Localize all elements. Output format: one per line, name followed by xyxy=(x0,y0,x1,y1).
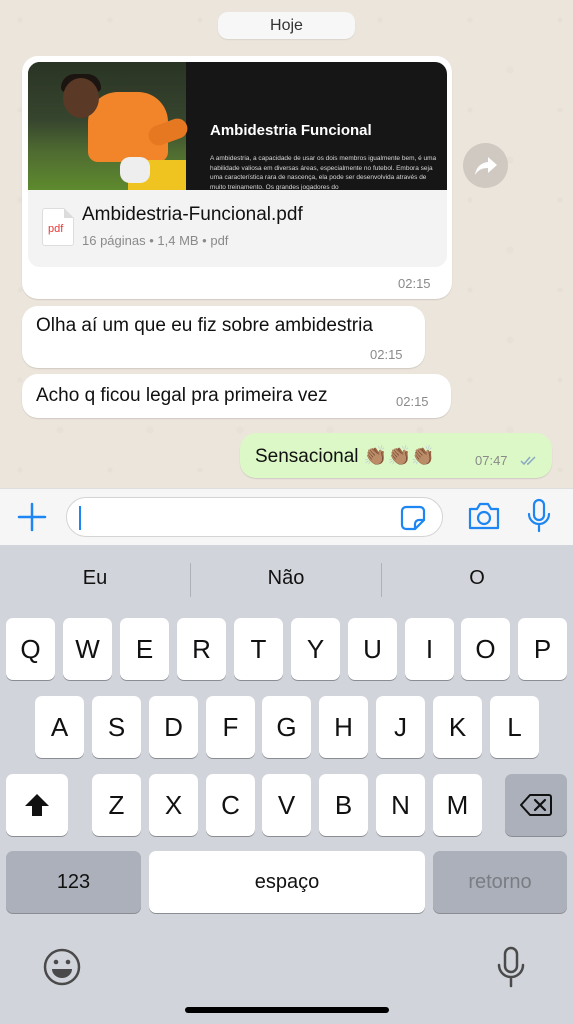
pdf-attachment[interactable]: Ambidestria Funcional A ambidestria, a c… xyxy=(28,62,447,267)
message-bubble[interactable]: Olha aí um que eu fiz sobre ambidestria … xyxy=(22,306,425,368)
key-i[interactable]: I xyxy=(405,618,454,680)
key-b[interactable]: B xyxy=(319,774,368,836)
key-u[interactable]: U xyxy=(348,618,397,680)
pdf-preview-title: Ambidestria Funcional xyxy=(210,122,372,139)
emoji-icon[interactable] xyxy=(42,947,82,987)
suggestion-3[interactable]: O xyxy=(382,567,572,590)
mic-icon[interactable] xyxy=(526,498,552,534)
key-w[interactable]: W xyxy=(63,618,112,680)
pdf-file-icon: pdf xyxy=(42,208,74,246)
key-h[interactable]: H xyxy=(319,696,368,758)
key-m[interactable]: M xyxy=(433,774,482,836)
key-e[interactable]: E xyxy=(120,618,169,680)
message-time: 02:15 xyxy=(370,347,403,362)
key-s[interactable]: S xyxy=(92,696,141,758)
dictation-mic-icon[interactable] xyxy=(496,945,526,989)
key-d[interactable]: D xyxy=(149,696,198,758)
key-n[interactable]: N xyxy=(376,774,425,836)
key-c[interactable]: C xyxy=(206,774,255,836)
key-j[interactable]: J xyxy=(376,696,425,758)
shift-key[interactable] xyxy=(6,774,68,836)
key-l[interactable]: L xyxy=(490,696,539,758)
suggestion-1[interactable]: Eu xyxy=(0,567,190,590)
text-caret xyxy=(79,506,81,530)
key-g[interactable]: G xyxy=(262,696,311,758)
key-x[interactable]: X xyxy=(149,774,198,836)
key-o[interactable]: O xyxy=(461,618,510,680)
key-y[interactable]: Y xyxy=(291,618,340,680)
key-r[interactable]: R xyxy=(177,618,226,680)
return-key[interactable]: retorno xyxy=(433,851,567,913)
goalkeeper-photo xyxy=(28,62,191,190)
pdf-file-meta: 16 páginas • 1,4 MB • pdf xyxy=(82,233,229,248)
keyboard: Eu Não O Q W E R T Y U I O P A S D F G H… xyxy=(0,545,573,1024)
key-q[interactable]: Q xyxy=(6,618,55,680)
message-text: Olha aí um que eu fiz sobre ambidestria xyxy=(36,315,373,336)
message-text: Sensacional 👏🏽👏🏽👏🏽 xyxy=(255,446,435,467)
key-t[interactable]: T xyxy=(234,618,283,680)
document-message[interactable]: Ambidestria Funcional A ambidestria, a c… xyxy=(22,56,452,299)
key-z[interactable]: Z xyxy=(92,774,141,836)
message-input[interactable] xyxy=(66,497,443,537)
message-time: 02:15 xyxy=(396,394,429,409)
key-a[interactable]: A xyxy=(35,696,84,758)
plus-icon[interactable] xyxy=(16,501,48,533)
numbers-key[interactable]: 123 xyxy=(6,851,141,913)
key-f[interactable]: F xyxy=(206,696,255,758)
date-separator: Hoje xyxy=(218,12,355,39)
space-key[interactable]: espaço xyxy=(149,851,425,913)
key-v[interactable]: V xyxy=(262,774,311,836)
pdf-file-name: Ambidestria-Funcional.pdf xyxy=(82,204,303,225)
suggestion-2[interactable]: Não xyxy=(191,567,381,590)
forward-button[interactable] xyxy=(463,143,508,188)
message-bubble[interactable]: Acho q ficou legal pra primeira vez 02:1… xyxy=(22,374,451,418)
sticker-icon[interactable] xyxy=(400,505,426,531)
backspace-icon xyxy=(520,794,552,816)
pdf-icon-label: pdf xyxy=(48,223,64,235)
pdf-preview-body: A ambidestria, a capacidade de usar os d… xyxy=(210,155,437,190)
home-indicator xyxy=(185,1007,389,1013)
pdf-info: pdf Ambidestria-Funcional.pdf 16 páginas… xyxy=(28,190,447,267)
backspace-key[interactable] xyxy=(505,774,567,836)
forward-icon xyxy=(474,156,497,175)
key-k[interactable]: K xyxy=(433,696,482,758)
message-time: 07:47 xyxy=(475,453,508,468)
chat-area[interactable]: Hoje Ambidestria Funcional A ambidestria… xyxy=(0,0,573,488)
message-input-bar xyxy=(0,488,573,545)
pdf-preview: Ambidestria Funcional A ambidestria, a c… xyxy=(28,62,447,190)
key-p[interactable]: P xyxy=(518,618,567,680)
camera-icon[interactable] xyxy=(467,501,501,531)
suggestion-bar: Eu Não O xyxy=(0,545,573,615)
message-time: 02:15 xyxy=(398,276,431,291)
outgoing-message-bubble[interactable]: Sensacional 👏🏽👏🏽👏🏽 07:47 xyxy=(240,433,552,478)
read-receipt-icon xyxy=(520,456,536,466)
shift-icon xyxy=(25,794,49,816)
message-text: Acho q ficou legal pra primeira vez xyxy=(36,385,328,406)
